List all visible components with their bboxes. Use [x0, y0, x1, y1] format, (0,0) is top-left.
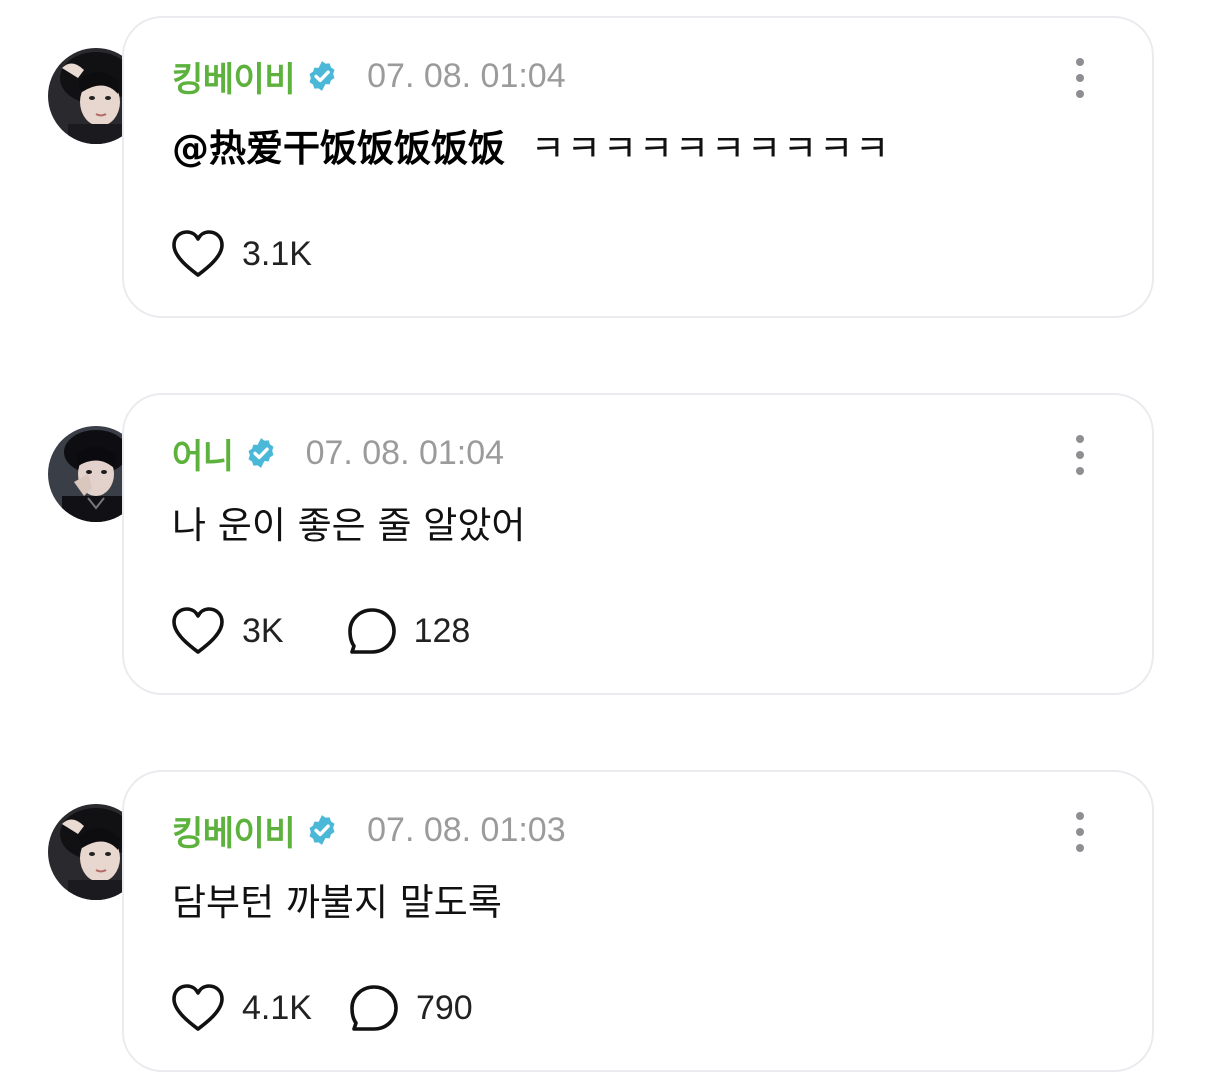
comment-header: 킹베이비 07. 08. 01:03: [172, 806, 566, 855]
comment-actions: 3K 128: [170, 605, 506, 657]
verified-badge-icon: [248, 438, 274, 468]
more-options-button[interactable]: [1060, 810, 1100, 854]
more-dot: [1076, 58, 1084, 66]
timestamp: 07. 08. 01:04: [305, 433, 505, 472]
mention-link[interactable]: @热爱干饭饭饭饭饭: [172, 127, 505, 170]
reply-button[interactable]: 128: [346, 606, 471, 656]
heart-icon: [172, 230, 224, 277]
more-options-button[interactable]: [1060, 56, 1100, 100]
username[interactable]: 킹베이비: [172, 806, 296, 855]
comment-card: 어니 07. 08. 01:04 나 운이 좋은 줄 알았어 3K 128: [122, 393, 1154, 695]
comment-text: @热爱干饭饭饭饭饭 ㅋㅋㅋㅋㅋㅋㅋㅋㅋㅋ: [172, 118, 891, 172]
like-count: 3K: [242, 611, 284, 650]
comment-card: 킹베이비 07. 08. 01:03 담부턴 까불지 말도록 4.1K 790: [122, 770, 1154, 1072]
reply-bubble-icon: [347, 608, 396, 654]
reply-count: 128: [413, 611, 471, 650]
like-count: 4.1K: [242, 988, 312, 1027]
more-dot: [1076, 467, 1084, 475]
comment-actions: 3.1K: [170, 228, 348, 280]
reply-bubble-icon: [350, 985, 398, 1031]
like-count: 3.1K: [242, 234, 312, 273]
more-dot: [1076, 451, 1084, 459]
comment-card: 킹베이비 07. 08. 01:04 @热爱干饭饭饭饭饭 ㅋㅋㅋㅋㅋㅋㅋㅋㅋㅋ: [122, 16, 1154, 318]
like-button[interactable]: 3.1K: [170, 229, 312, 279]
comment-text: 나 운이 좋은 줄 알았어: [172, 495, 525, 549]
comment-actions: 4.1K 790: [170, 982, 509, 1034]
more-dot: [1076, 90, 1084, 98]
more-dot: [1076, 74, 1084, 82]
timestamp: 07. 08. 01:04: [367, 56, 566, 95]
heart-icon: [172, 984, 224, 1031]
more-options-button[interactable]: [1060, 433, 1100, 477]
more-dot: [1076, 844, 1084, 852]
comment-body: 나 운이 좋은 줄 알았어: [172, 504, 526, 547]
username[interactable]: 킹베이비: [172, 52, 296, 101]
reply-button[interactable]: 790: [348, 983, 473, 1033]
more-dot: [1076, 435, 1084, 443]
comment-header: 킹베이비 07. 08. 01:04: [172, 52, 566, 101]
more-dot: [1076, 812, 1084, 820]
comment-body: ㅋㅋㅋㅋㅋㅋㅋㅋㅋㅋ: [530, 127, 892, 170]
username[interactable]: 어니: [172, 429, 234, 478]
more-dot: [1076, 828, 1084, 836]
verified-badge-icon: [309, 815, 335, 845]
verified-badge-icon: [309, 61, 335, 91]
comment-text: 담부턴 까불지 말도록: [172, 872, 502, 926]
like-button[interactable]: 3K: [170, 606, 284, 656]
comment-body: 담부턴 까불지 말도록: [172, 881, 502, 924]
heart-icon: [172, 607, 224, 654]
comment-feed: 킹베이비 07. 08. 01:04 @热爱干饭饭饭饭饭 ㅋㅋㅋㅋㅋㅋㅋㅋㅋㅋ: [0, 0, 1206, 1084]
timestamp: 07. 08. 01:03: [367, 810, 566, 849]
reply-count: 790: [415, 988, 473, 1027]
comment-header: 어니 07. 08. 01:04: [172, 429, 505, 478]
like-button[interactable]: 4.1K: [170, 983, 312, 1033]
